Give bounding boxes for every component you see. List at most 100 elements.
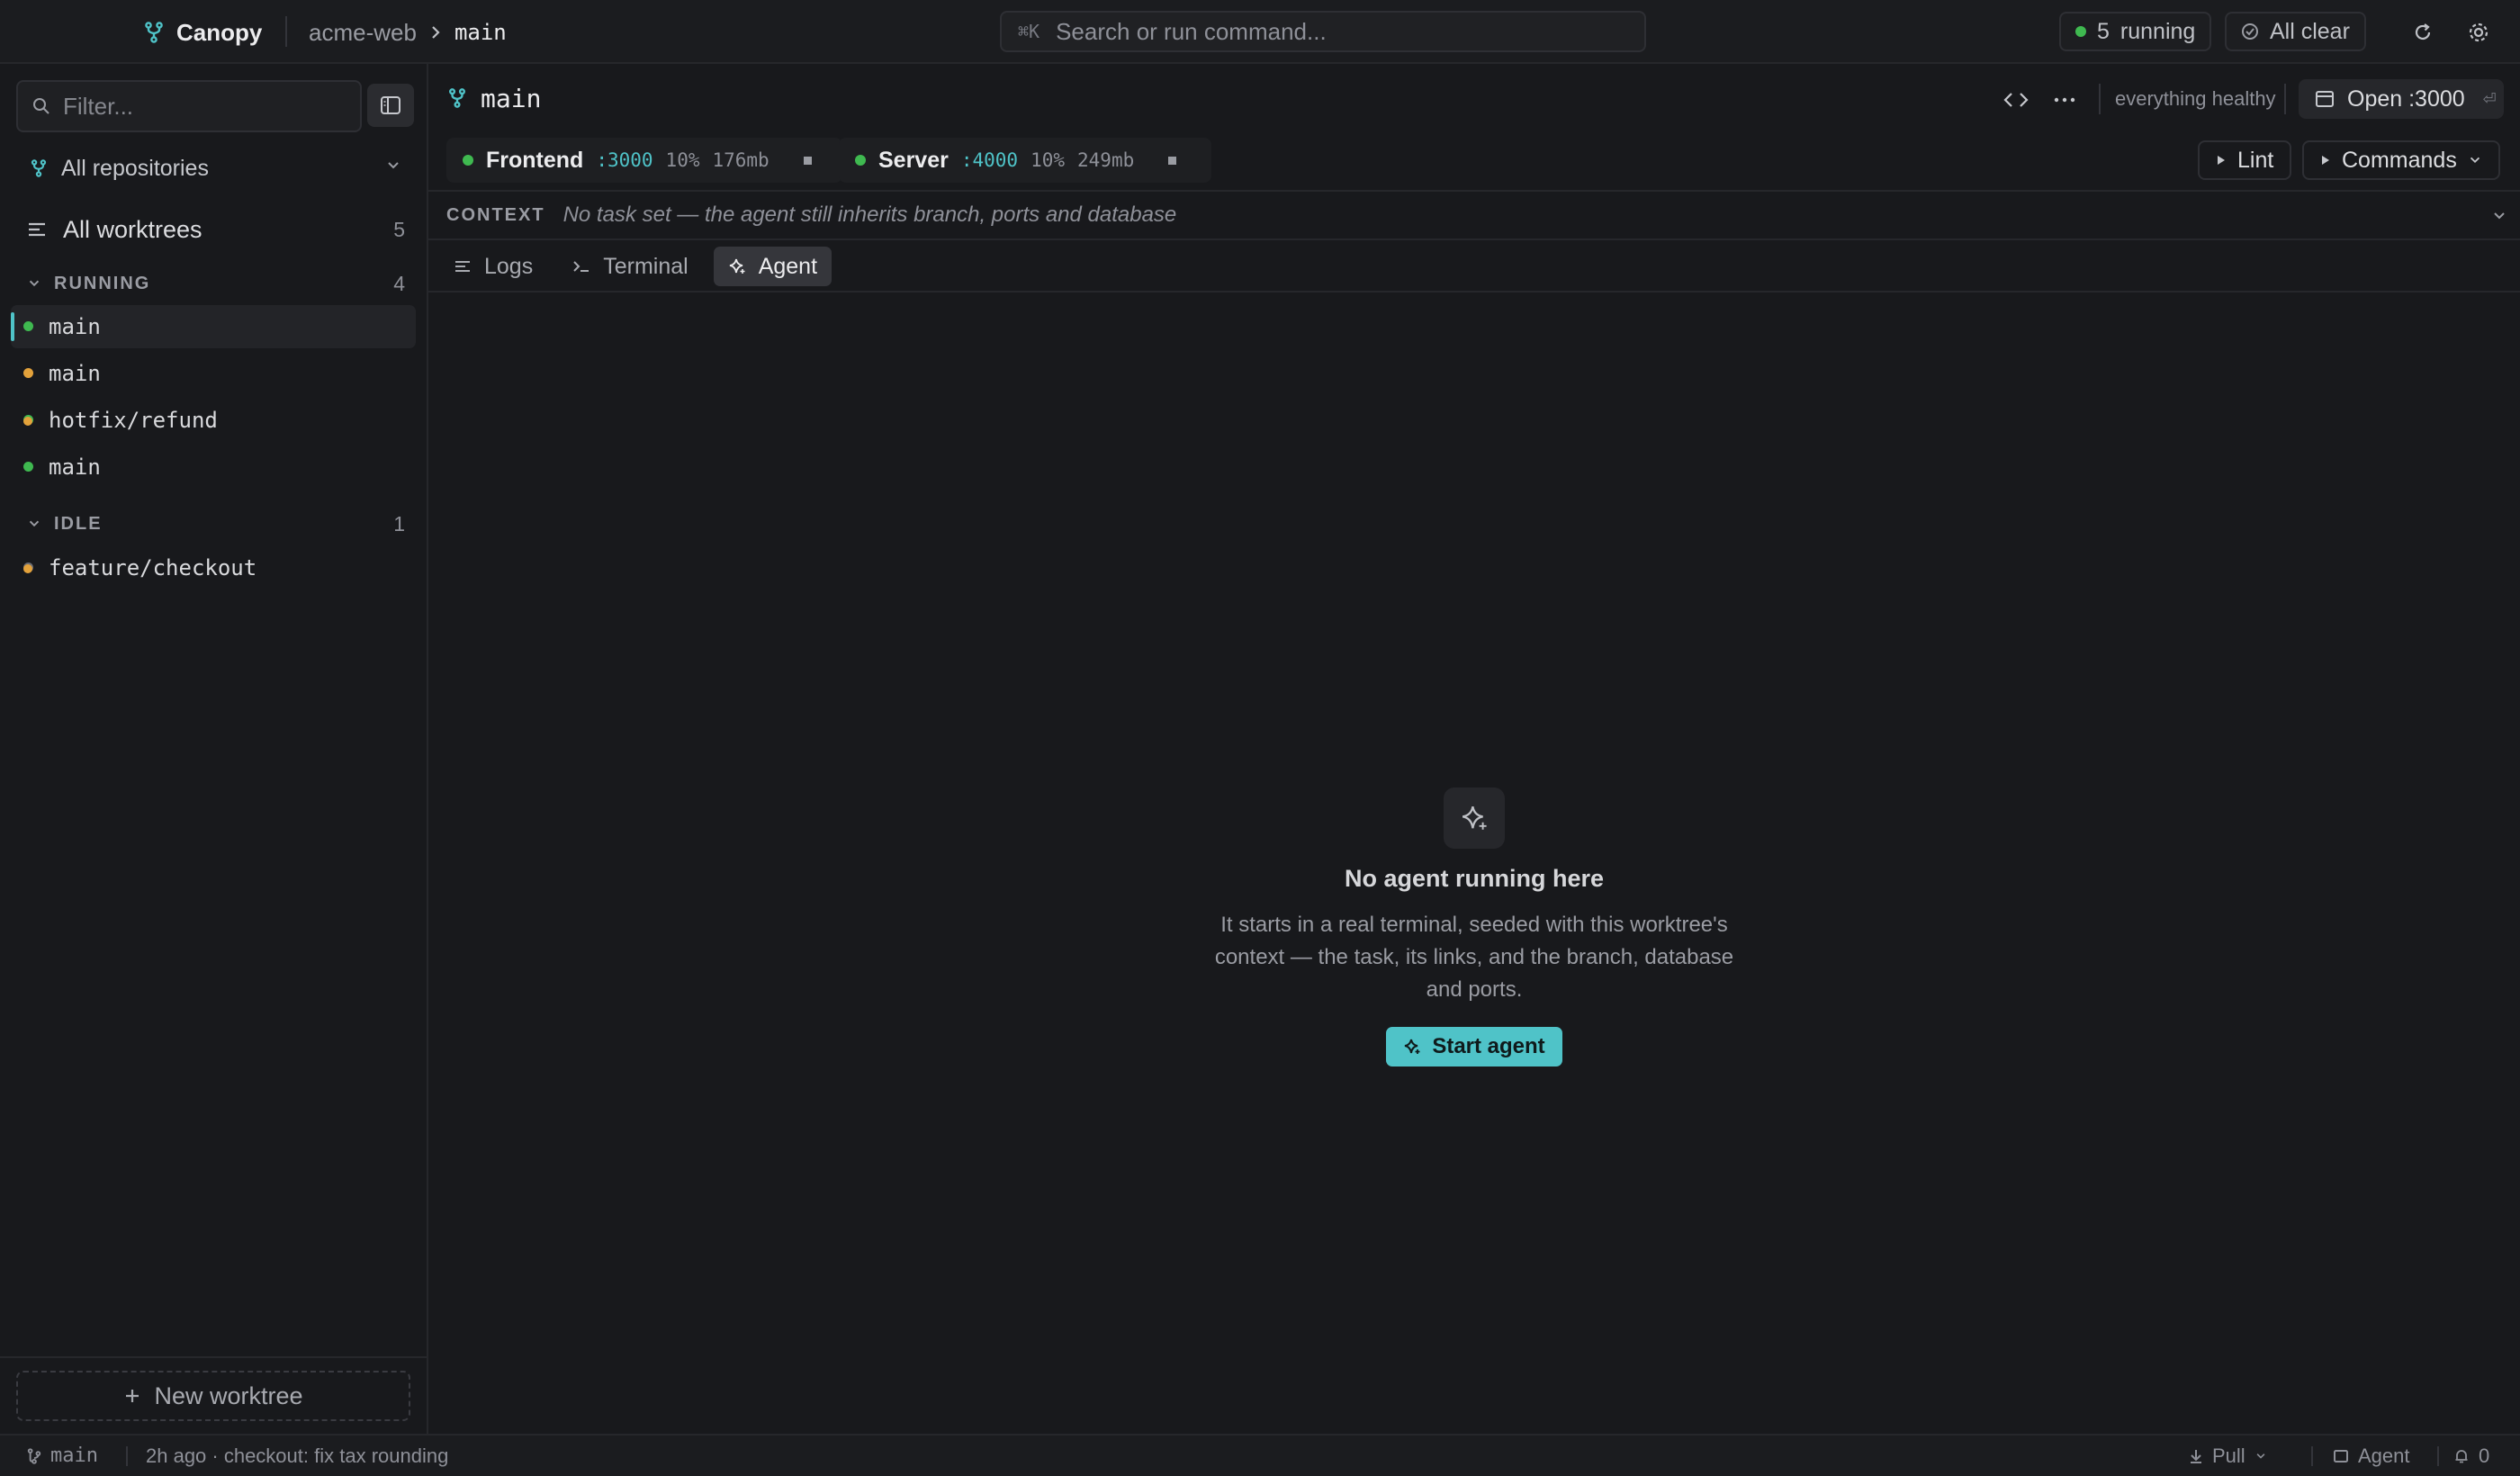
agent-status-button[interactable]: Agent [2333, 1436, 2410, 1476]
commands-button[interactable]: Commands [2302, 140, 2500, 180]
new-worktree-label: New worktree [154, 1382, 303, 1409]
breadcrumb: acme-web main [309, 16, 507, 49]
active-indicator [11, 312, 14, 341]
breadcrumb-repo[interactable]: acme-web [309, 19, 417, 47]
settings-button[interactable] [2461, 14, 2497, 50]
uncommitted-changes-dot-icon [23, 564, 32, 573]
service-name: Server [878, 147, 949, 173]
tab-logs[interactable]: Logs [439, 247, 547, 286]
breadcrumb-branch[interactable]: main [454, 20, 507, 45]
status-bar: main 2h ago · checkout: fix tax rounding… [0, 1434, 2520, 1476]
stop-icon[interactable] [803, 156, 812, 165]
check-circle-icon [2241, 22, 2259, 40]
service-cpu: 10% [665, 149, 700, 171]
repository-selector-label: All repositories [61, 155, 209, 181]
context-bar[interactable]: CONTEXT No task set — the agent still in… [428, 190, 2520, 240]
all-clear-label: All clear [2270, 18, 2350, 44]
toggle-sidebar-button[interactable] [367, 84, 414, 127]
chevron-down-icon [2468, 153, 2482, 167]
play-icon [2320, 154, 2331, 166]
divider [0, 1356, 427, 1358]
filter-field[interactable] [16, 80, 362, 132]
chevron-right-icon [429, 24, 442, 40]
divider [285, 16, 287, 47]
worktree-item-hotfix-refund[interactable]: hotfix/refund [11, 399, 416, 442]
sparkle-icon [1403, 1038, 1421, 1056]
refresh-button[interactable] [2405, 14, 2441, 50]
tab-agent[interactable]: Agent [713, 247, 832, 286]
worktree-item-main[interactable]: main [11, 446, 416, 489]
repository-selector[interactable]: All repositories [31, 150, 401, 186]
return-key-icon: ⏎ [2482, 89, 2497, 108]
open-port-button[interactable]: Open :3000 ⏎ [2299, 79, 2504, 119]
new-worktree-button[interactable]: New worktree [16, 1371, 410, 1421]
group-label: IDLE [54, 513, 103, 534]
lint-button[interactable]: Lint [2198, 140, 2292, 180]
main-panel: main everything healthy Open :3000 ⏎ Fro… [428, 64, 2520, 1434]
status-dot-icon [23, 368, 33, 378]
divider [2437, 1446, 2439, 1466]
worktree-item-main-active[interactable]: main [11, 305, 416, 348]
play-icon [2216, 154, 2227, 166]
status-last-commit: 2h ago · checkout: fix tax rounding [146, 1436, 448, 1476]
group-header-running[interactable]: RUNNING 4 [27, 268, 405, 299]
empty-state-description: It starts in a real terminal, seeded wit… [1214, 913, 1734, 1002]
all-clear-pill[interactable]: All clear [2225, 12, 2366, 51]
divider [2099, 84, 2101, 114]
status-branch-name: main [50, 1444, 98, 1467]
download-icon [2189, 1448, 2203, 1464]
page-title: main [481, 83, 542, 113]
uncommitted-changes-dot-icon [23, 417, 32, 426]
app-brand[interactable]: Canopy [144, 16, 262, 49]
notifications-button[interactable]: 0 [2453, 1436, 2489, 1476]
service-port[interactable]: :3000 [596, 149, 652, 171]
commands-label: Commands [2342, 147, 2457, 173]
command-search-bar[interactable]: ⌘K Search or run command... [1000, 11, 1646, 52]
all-worktrees-label: All worktrees [63, 215, 202, 243]
service-cpu: 10% [1030, 149, 1066, 171]
tab-terminal[interactable]: Terminal [558, 247, 702, 286]
tab-label: Agent [758, 253, 818, 279]
branch-logo-icon [144, 22, 164, 43]
pull-button[interactable]: Pull [2189, 1436, 2267, 1476]
running-dot-icon [2075, 26, 2086, 37]
worktree-name: main [49, 454, 101, 480]
start-agent-button[interactable]: Start agent [1386, 1027, 1562, 1066]
worktree-name: hotfix/refund [49, 408, 218, 433]
service-port[interactable]: :4000 [961, 149, 1018, 171]
pull-label: Pull [2212, 1444, 2246, 1467]
divider [2284, 84, 2286, 114]
agent-label: Agent [2358, 1444, 2410, 1467]
service-chip-frontend[interactable]: Frontend :3000 10% 176mb [446, 138, 842, 183]
gear-icon [2467, 21, 2490, 44]
stop-icon[interactable] [1168, 156, 1177, 165]
status-dot-icon [855, 155, 866, 166]
plus-icon [123, 1387, 141, 1405]
window-icon [2333, 1449, 2349, 1463]
open-in-editor-button[interactable] [1996, 82, 2036, 118]
all-worktrees-item[interactable]: All worktrees 5 [27, 212, 405, 248]
terminal-icon [572, 259, 590, 274]
start-agent-label: Start agent [1432, 1034, 1545, 1058]
worktree-item-feature-checkout[interactable]: feature/checkout [11, 546, 416, 590]
lint-label: Lint [2237, 147, 2274, 173]
sparkle-icon [728, 257, 746, 275]
tab-label: Terminal [603, 253, 688, 279]
status-branch[interactable]: main [27, 1436, 98, 1476]
browser-window-icon [2315, 90, 2335, 108]
all-worktrees-count: 5 [393, 217, 405, 241]
worktree-name: feature/checkout [49, 555, 257, 580]
service-chip-server[interactable]: Server :4000 10% 249mb [839, 138, 1211, 183]
search-icon [32, 97, 50, 115]
worktree-item-main[interactable]: main [11, 352, 416, 395]
status-dot-icon [23, 462, 33, 472]
group-label: RUNNING [54, 273, 151, 293]
group-header-idle[interactable]: IDLE 1 [27, 508, 405, 539]
running-status-pill[interactable]: 5 running [2059, 12, 2212, 51]
ellipsis-icon [2053, 96, 2076, 104]
filter-input[interactable] [63, 92, 333, 121]
code-icon [2003, 91, 2029, 109]
agent-empty-state: No agent running here It starts in a rea… [428, 292, 2520, 1434]
more-options-button[interactable] [2045, 82, 2084, 118]
chevron-down-icon[interactable] [2491, 208, 2507, 224]
